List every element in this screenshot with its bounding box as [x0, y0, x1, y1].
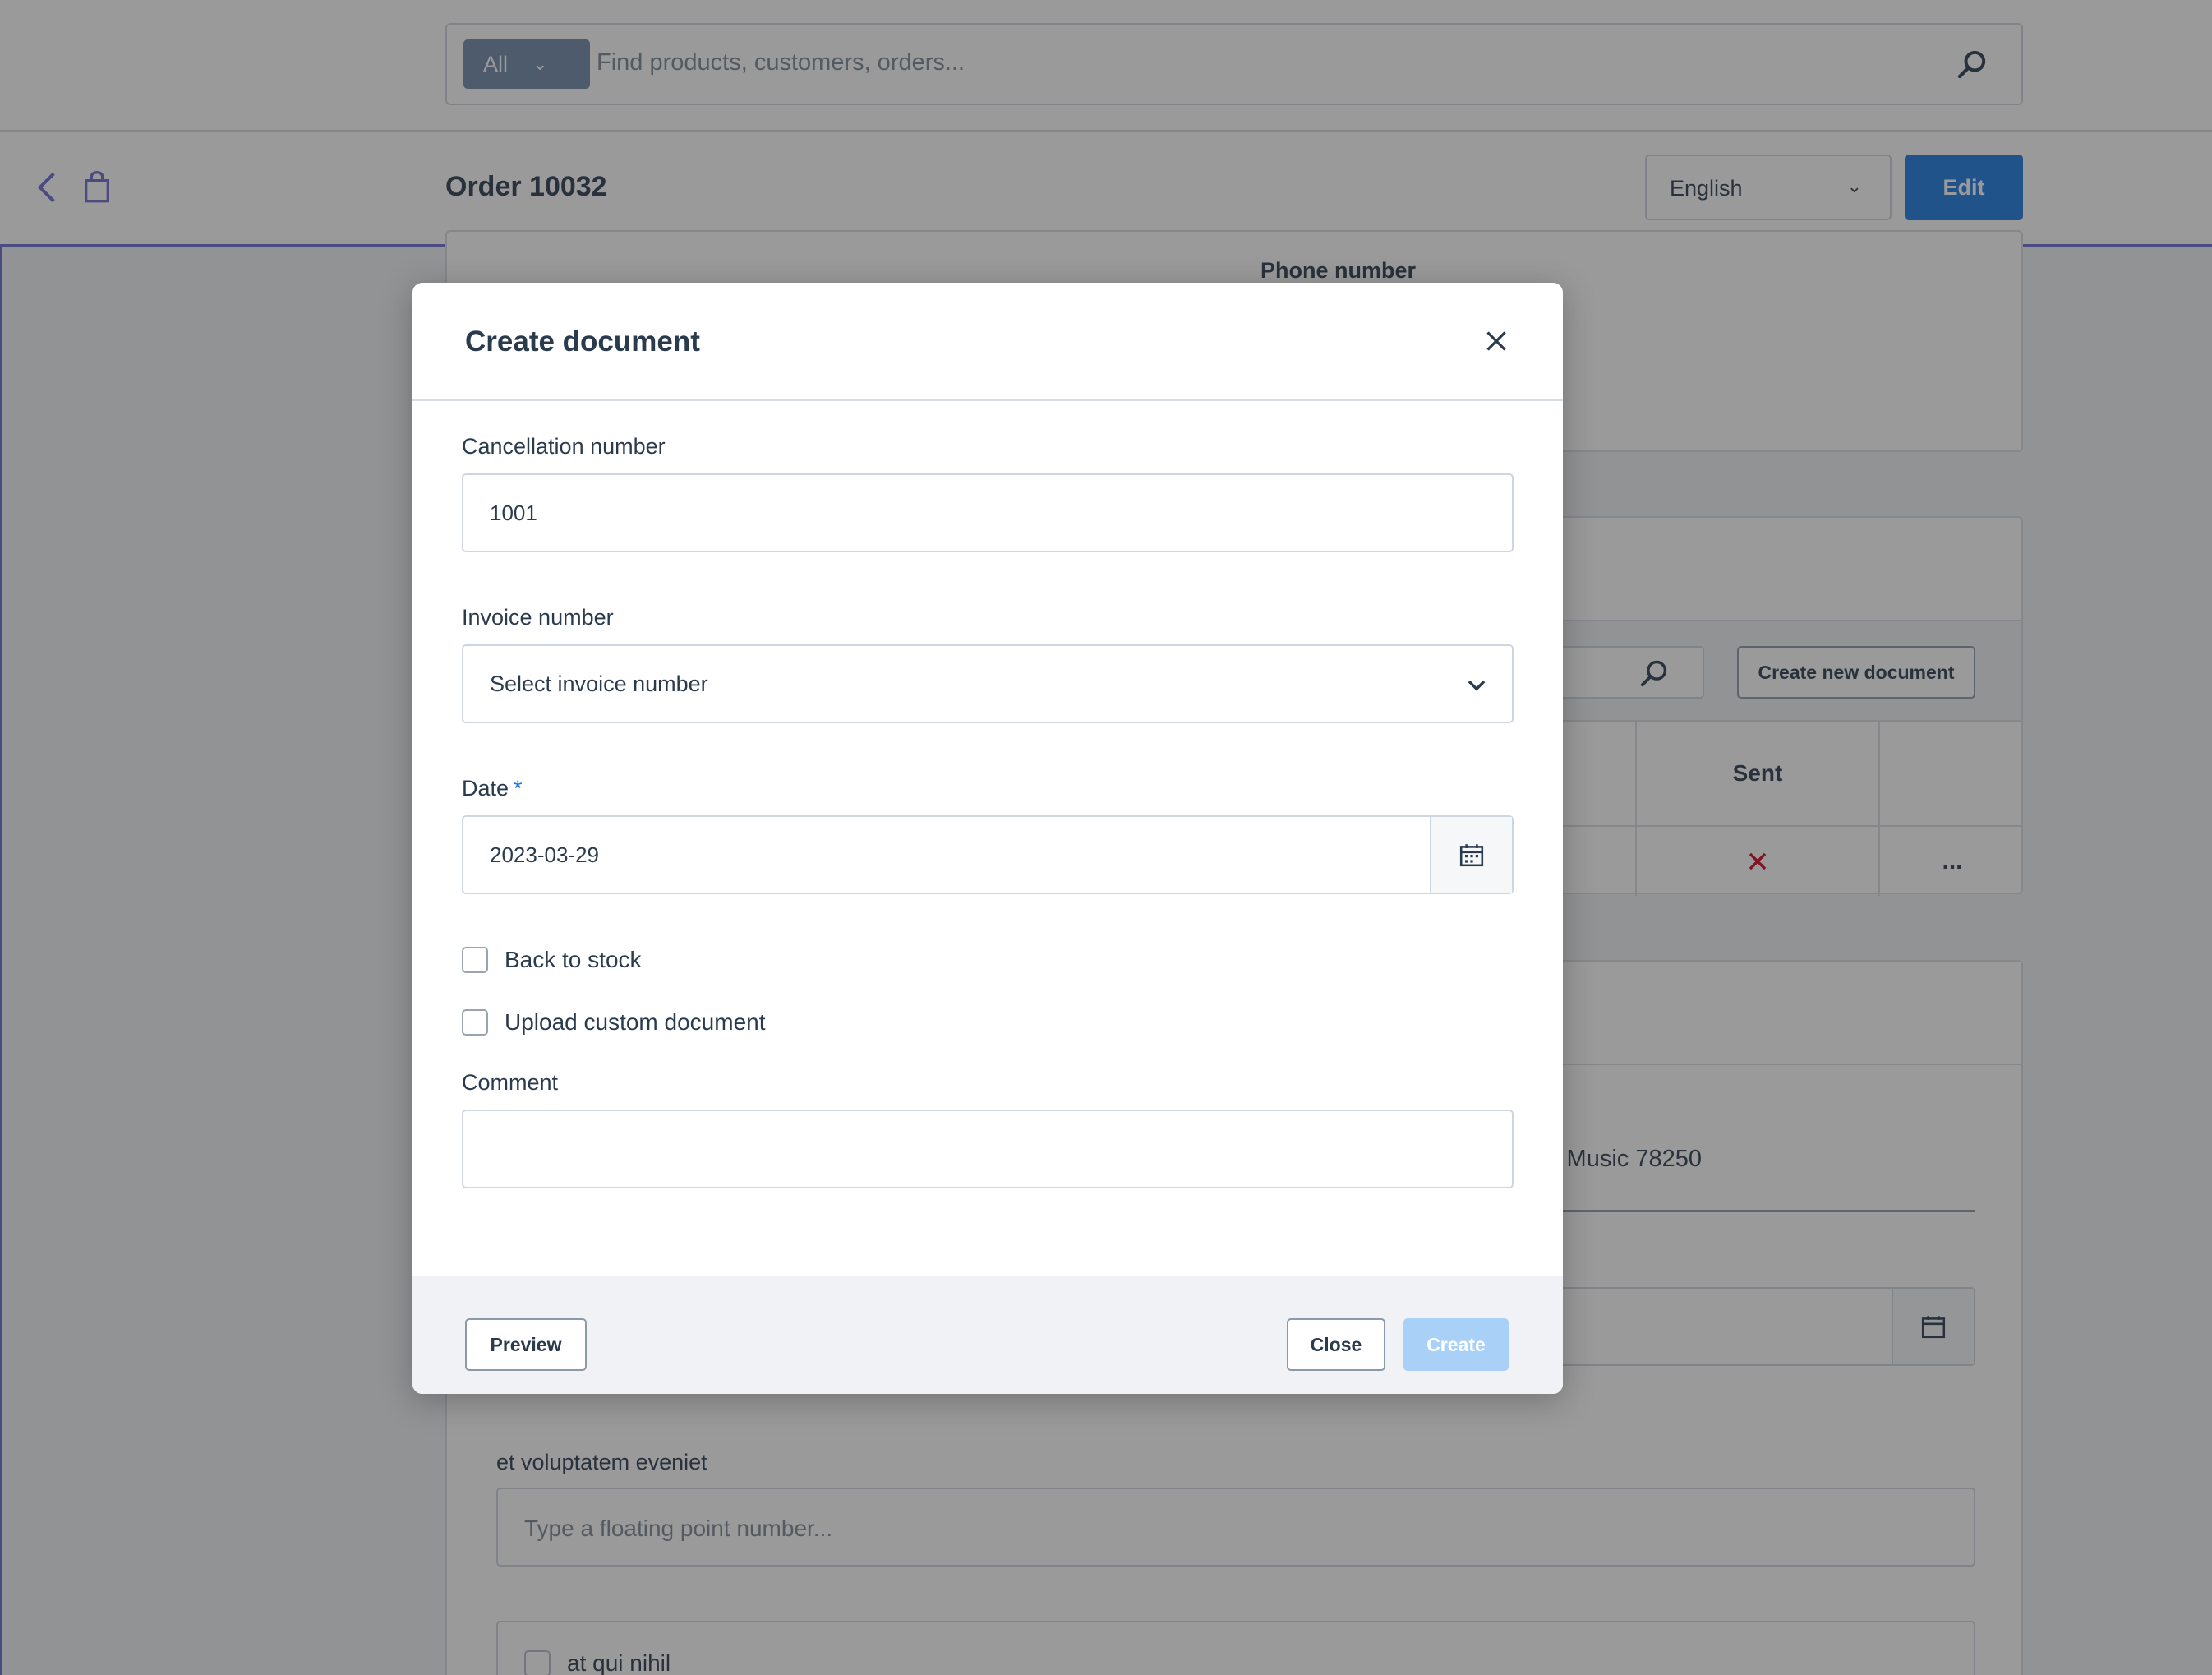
chevron-down-icon — [1468, 680, 1486, 691]
date-value: 2023-03-29 — [490, 842, 599, 867]
cancellation-number-value: 1001 — [490, 500, 537, 525]
calendar-button[interactable] — [1430, 817, 1512, 893]
invoice-number-select[interactable]: Select invoice number — [462, 644, 1514, 723]
back-to-stock-checkbox[interactable] — [462, 947, 488, 973]
cancellation-number-label: Cancellation number — [462, 434, 666, 459]
date-label-text: Date — [462, 776, 509, 801]
modal-footer: Preview Close Create — [412, 1276, 1563, 1394]
comment-input[interactable] — [462, 1110, 1514, 1188]
required-marker: * — [514, 776, 523, 801]
invoice-number-label: Invoice number — [462, 605, 614, 630]
upload-custom-document-label[interactable]: Upload custom document — [505, 1009, 766, 1036]
invoice-number-placeholder: Select invoice number — [490, 671, 708, 696]
upload-custom-document-row[interactable]: Upload custom document — [462, 1008, 766, 1036]
modal-header: Create document — [412, 283, 1563, 401]
modal-title: Create document — [465, 325, 700, 358]
upload-custom-document-checkbox[interactable] — [462, 1009, 488, 1036]
comment-label: Comment — [462, 1070, 559, 1095]
create-button[interactable]: Create — [1403, 1318, 1509, 1371]
date-input[interactable]: 2023-03-29 — [462, 815, 1514, 894]
date-label: Date * — [462, 776, 523, 801]
close-button[interactable]: Close — [1287, 1318, 1385, 1371]
cancellation-number-input[interactable]: 1001 — [462, 473, 1514, 552]
back-to-stock-label[interactable]: Back to stock — [505, 947, 642, 973]
close-icon[interactable] — [1484, 329, 1509, 353]
back-to-stock-row[interactable]: Back to stock — [462, 946, 642, 974]
create-document-modal: Create document Cancellation number 1001… — [412, 283, 1563, 1394]
preview-button[interactable]: Preview — [465, 1318, 587, 1371]
calendar-icon — [1459, 844, 1484, 867]
